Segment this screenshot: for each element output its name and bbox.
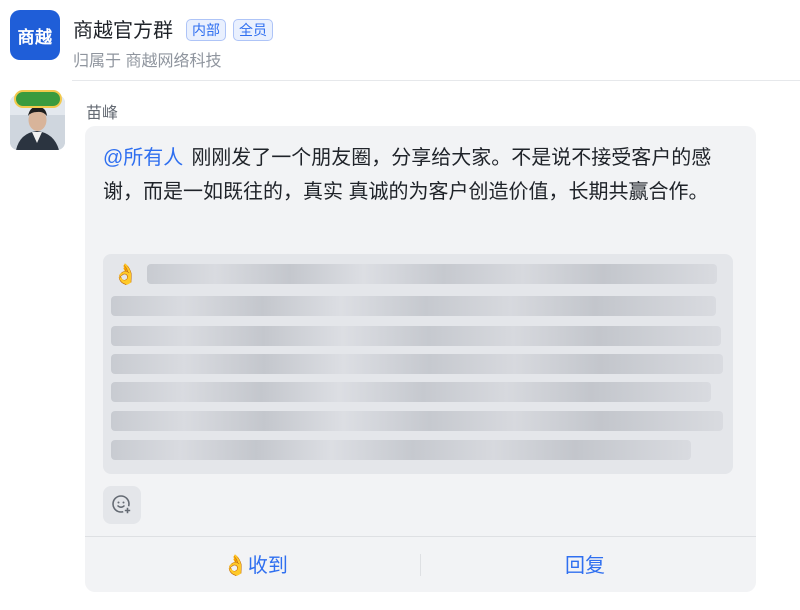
message-text-block: @所有人 刚刚发了一个朋友圈，分享给大家。不是说不接受客户的感谢，而是一如既往的，… [103,141,733,209]
sender-badge-icon [14,90,62,108]
group-owner-text: 归属于 商越网络科技 [73,53,222,70]
internal-tag: 内部 [186,19,226,41]
blurred-line [111,326,721,346]
card-divider [85,536,756,537]
message-body: 刚刚发了一个朋友圈，分享给大家。不是说不接受客户的感谢，而是一如既往的，真实 真… [103,147,712,203]
blurred-line [111,411,723,431]
reply-button[interactable]: 回复 [565,550,605,582]
all-members-tag: 全员 [233,19,273,41]
header-divider [72,80,800,81]
group-avatar[interactable]: 商越 [10,10,60,60]
mention-all[interactable]: @所有人 [103,147,183,169]
ok-hand-emoji-icon: 👌 [113,264,138,286]
emoji-add-icon [112,495,132,515]
received-label: 收到 [247,555,288,577]
message-card: @所有人 刚刚发了一个朋友圈，分享给大家。不是说不接受客户的感谢，而是一如既往的，… [85,126,756,592]
blurred-line [111,440,691,460]
blurred-line [111,382,711,402]
action-separator [420,554,421,576]
ok-hand-icon: 👌 [223,555,248,577]
blurred-line [111,296,716,316]
blurred-line [147,264,717,284]
blurred-quote-block[interactable]: 👌 [103,254,733,474]
received-button[interactable]: 👌收到 [223,550,288,582]
sender-name: 苗峰 [86,105,119,122]
blurred-line [111,354,723,374]
group-title: 商越官方群 [73,20,173,42]
add-reaction-button[interactable] [103,486,141,524]
